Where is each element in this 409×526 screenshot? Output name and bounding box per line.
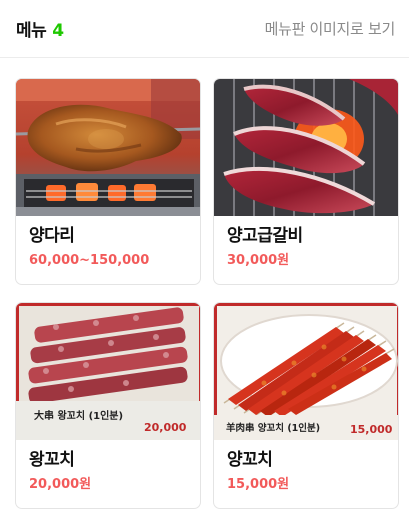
menu-card[interactable]: 양다리 60,000~150,000 <box>15 78 201 285</box>
menu-card[interactable]: 양고급갈비 30,000원 <box>213 78 399 285</box>
menu-name: 양다리 <box>29 226 75 246</box>
menu-count: 4 <box>52 21 65 41</box>
menu-price: 20,000원 <box>29 477 92 492</box>
menu-photo-lamb-ribs <box>214 79 398 216</box>
menu-title: 메뉴 <box>16 21 47 41</box>
menu-photo-large-skewers: 大串 왕꼬치 (1인분) 20,000 <box>16 303 200 440</box>
view-menu-image-link[interactable]: 메뉴판 이미지로 보기 <box>265 18 396 39</box>
menu-price: 60,000~150,000 <box>29 253 150 268</box>
menu-card-body: 양고급갈비 30,000원 <box>214 216 398 270</box>
menu-name: 양고급갈비 <box>227 226 303 246</box>
menu-name: 양꼬치 <box>227 450 273 470</box>
menu-title-group: 메뉴 4 <box>16 16 64 41</box>
menu-photo-lamb-leg <box>16 79 200 216</box>
photo-caption-price: 15,000 <box>350 423 393 436</box>
menu-header: 메뉴 4 메뉴판 이미지로 보기 <box>0 0 409 58</box>
menu-card-body: 양꼬치 15,000원 <box>214 440 398 494</box>
photo-caption-label: 羊肉串 양꼬치 (1인분) <box>226 422 320 434</box>
menu-card-body: 왕꼬치 20,000원 <box>16 440 200 494</box>
menu-name: 왕꼬치 <box>29 450 75 470</box>
photo-caption-label: 大串 왕꼬치 (1인분) <box>34 409 123 422</box>
photo-caption-price: 20,000 <box>144 421 187 434</box>
menu-card[interactable]: 羊肉串 양꼬치 (1인분) 15,000 양꼬치 15,000원 <box>213 302 399 509</box>
menu-price: 15,000원 <box>227 477 290 492</box>
menu-photo-lamb-skewers: 羊肉串 양꼬치 (1인분) 15,000 <box>214 303 398 440</box>
menu-price: 30,000원 <box>227 253 290 268</box>
menu-grid: 양다리 60,000~150,000 양고급갈비 30,000원 大串 왕꼬치 … <box>15 78 399 509</box>
menu-card[interactable]: 大串 왕꼬치 (1인분) 20,000 왕꼬치 20,000원 <box>15 302 201 509</box>
menu-card-body: 양다리 60,000~150,000 <box>16 216 200 270</box>
